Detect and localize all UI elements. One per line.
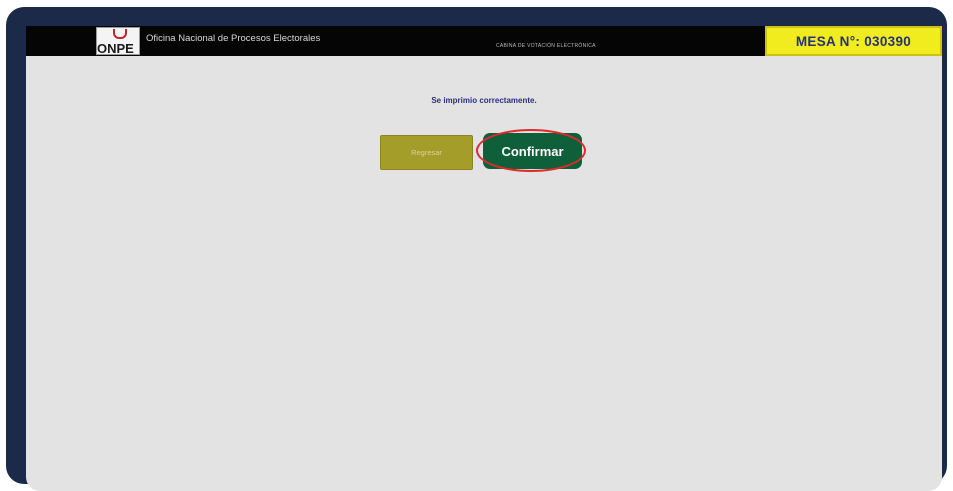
organization-name: Oficina Nacional de Procesos Electorales [146, 33, 321, 44]
confirmar-button[interactable]: Confirmar [483, 133, 582, 169]
mesa-number-badge: MESA N°: 030390 [765, 26, 942, 56]
onpe-logo: ONPE [96, 27, 140, 55]
logo-mark-icon [113, 29, 127, 39]
regresar-button[interactable]: Regresar [380, 135, 473, 170]
kiosk-screen: ONPE Oficina Nacional de Procesos Electo… [26, 26, 942, 491]
status-message: Se imprimio correctamente. [431, 96, 537, 105]
header-bar: ONPE Oficina Nacional de Procesos Electo… [26, 26, 942, 56]
device-frame: ONPE Oficina Nacional de Procesos Electo… [6, 7, 947, 491]
header-subtitle: CABINA DE VOTACIÓN ELECTRÓNICA [496, 43, 596, 49]
logo-text: ONPE [97, 41, 134, 56]
